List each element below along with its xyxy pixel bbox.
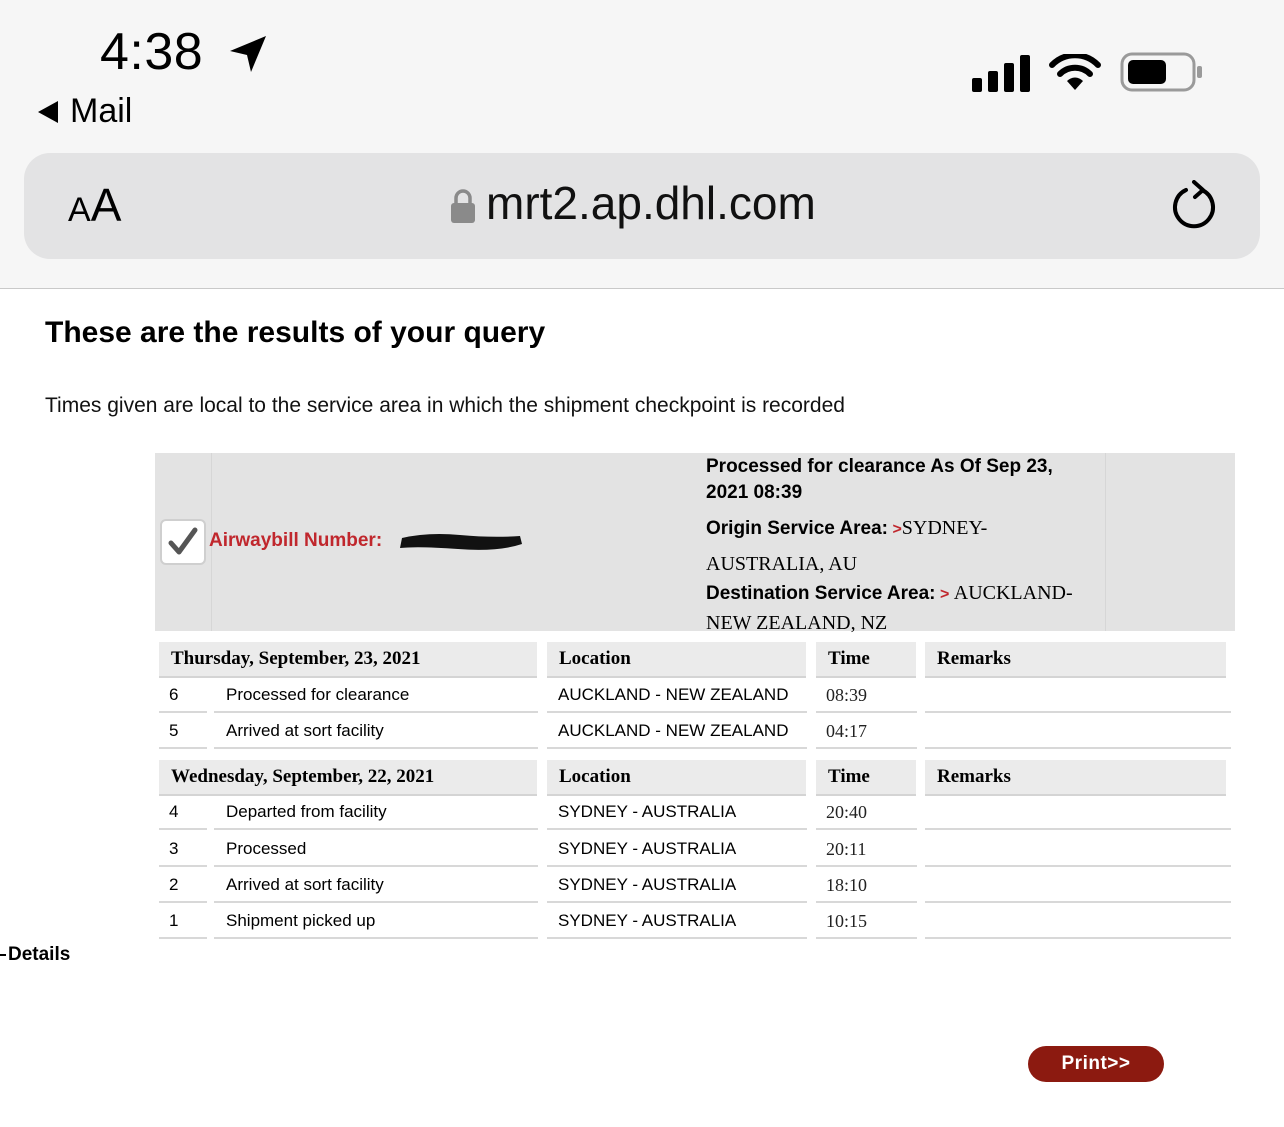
event-description: Processed for clearance	[214, 679, 538, 713]
destination-service-area: Destination Service Area: > AUCKLAND-NEW…	[706, 579, 1101, 639]
wifi-icon	[1049, 54, 1101, 90]
event-remarks	[925, 796, 1231, 830]
details-label: Details	[8, 944, 71, 965]
origin-label: Origin Service Area:	[706, 518, 888, 539]
airwaybill-label: Airwaybill Number:	[209, 530, 383, 551]
event-location: SYDNEY - AUSTRALIA	[547, 905, 807, 939]
row-number: 4	[159, 796, 207, 830]
lock-icon	[451, 189, 475, 223]
text-size-large-a: A	[90, 179, 122, 231]
date-header: Wednesday, September, 22, 2021	[159, 760, 537, 796]
page-subtitle: Times given are local to the service are…	[45, 394, 845, 417]
print-button[interactable]: Print>>	[1028, 1046, 1164, 1082]
row-number: 3	[159, 833, 207, 867]
event-description: Shipment picked up	[214, 905, 538, 939]
event-description: Processed	[214, 833, 538, 867]
event-location: SYDNEY - AUSTRALIA	[547, 796, 807, 830]
event-location: AUCKLAND - NEW ZEALAND	[547, 715, 807, 749]
event-time: 20:11	[816, 833, 917, 867]
event-location: SYDNEY - AUSTRALIA	[547, 869, 807, 903]
row-number: 6	[159, 679, 207, 713]
row-number: 2	[159, 869, 207, 903]
origin-chevron-icon: >	[892, 521, 902, 538]
event-description: Arrived at sort facility	[214, 869, 538, 903]
event-time: 18:10	[816, 869, 917, 903]
event-description: Departed from facility	[214, 796, 538, 830]
event-remarks	[925, 715, 1231, 749]
back-arrow-icon	[38, 100, 58, 123]
text-size-button[interactable]: AA	[68, 178, 121, 232]
location-header: Location	[547, 760, 806, 796]
date-header: Thursday, September, 23, 2021	[159, 642, 537, 678]
time-header: Time	[816, 642, 916, 678]
shipment-checkbox[interactable]	[160, 519, 206, 565]
location-arrow-icon	[230, 36, 266, 72]
cellular-signal-icon	[972, 55, 1030, 92]
details-bullet	[0, 953, 6, 956]
event-remarks	[925, 869, 1231, 903]
remarks-header: Remarks	[925, 642, 1226, 678]
event-remarks	[925, 833, 1231, 867]
checkmark-icon	[168, 527, 198, 555]
reload-icon[interactable]	[1168, 180, 1220, 232]
row-number: 1	[159, 905, 207, 939]
destination-chevron-icon: >	[939, 586, 950, 603]
event-remarks	[925, 905, 1231, 939]
event-time: 08:39	[816, 679, 917, 713]
back-to-mail-button[interactable]: Mail	[38, 92, 132, 131]
location-header: Location	[547, 642, 806, 678]
remarks-header: Remarks	[925, 760, 1226, 796]
details-link[interactable]: Details	[0, 944, 70, 966]
event-time: 20:40	[816, 796, 917, 830]
origin-service-area: Origin Service Area: >SYDNEY-AUSTRALIA, …	[706, 511, 1101, 583]
clock-time: 4:38	[100, 23, 204, 81]
back-label: Mail	[70, 92, 133, 130]
destination-label: Destination Service Area:	[706, 583, 936, 604]
shipment-status: Processed for clearance As Of Sep 23, 20…	[706, 456, 1053, 503]
battery-icon	[1120, 52, 1202, 92]
event-description: Arrived at sort facility	[214, 715, 538, 749]
row-number: 5	[159, 715, 207, 749]
redacted-airwaybill-number	[400, 534, 522, 550]
time-header: Time	[816, 760, 916, 796]
text-size-small-a: A	[68, 191, 91, 229]
event-time: 04:17	[816, 715, 917, 749]
event-time: 10:15	[816, 905, 917, 939]
event-remarks	[925, 679, 1231, 713]
page-title: These are the results of your query	[45, 316, 546, 349]
event-location: SYDNEY - AUSTRALIA	[547, 833, 807, 867]
event-location: AUCKLAND - NEW ZEALAND	[547, 679, 807, 713]
url-text[interactable]: mrt2.ap.dhl.com	[486, 176, 816, 230]
